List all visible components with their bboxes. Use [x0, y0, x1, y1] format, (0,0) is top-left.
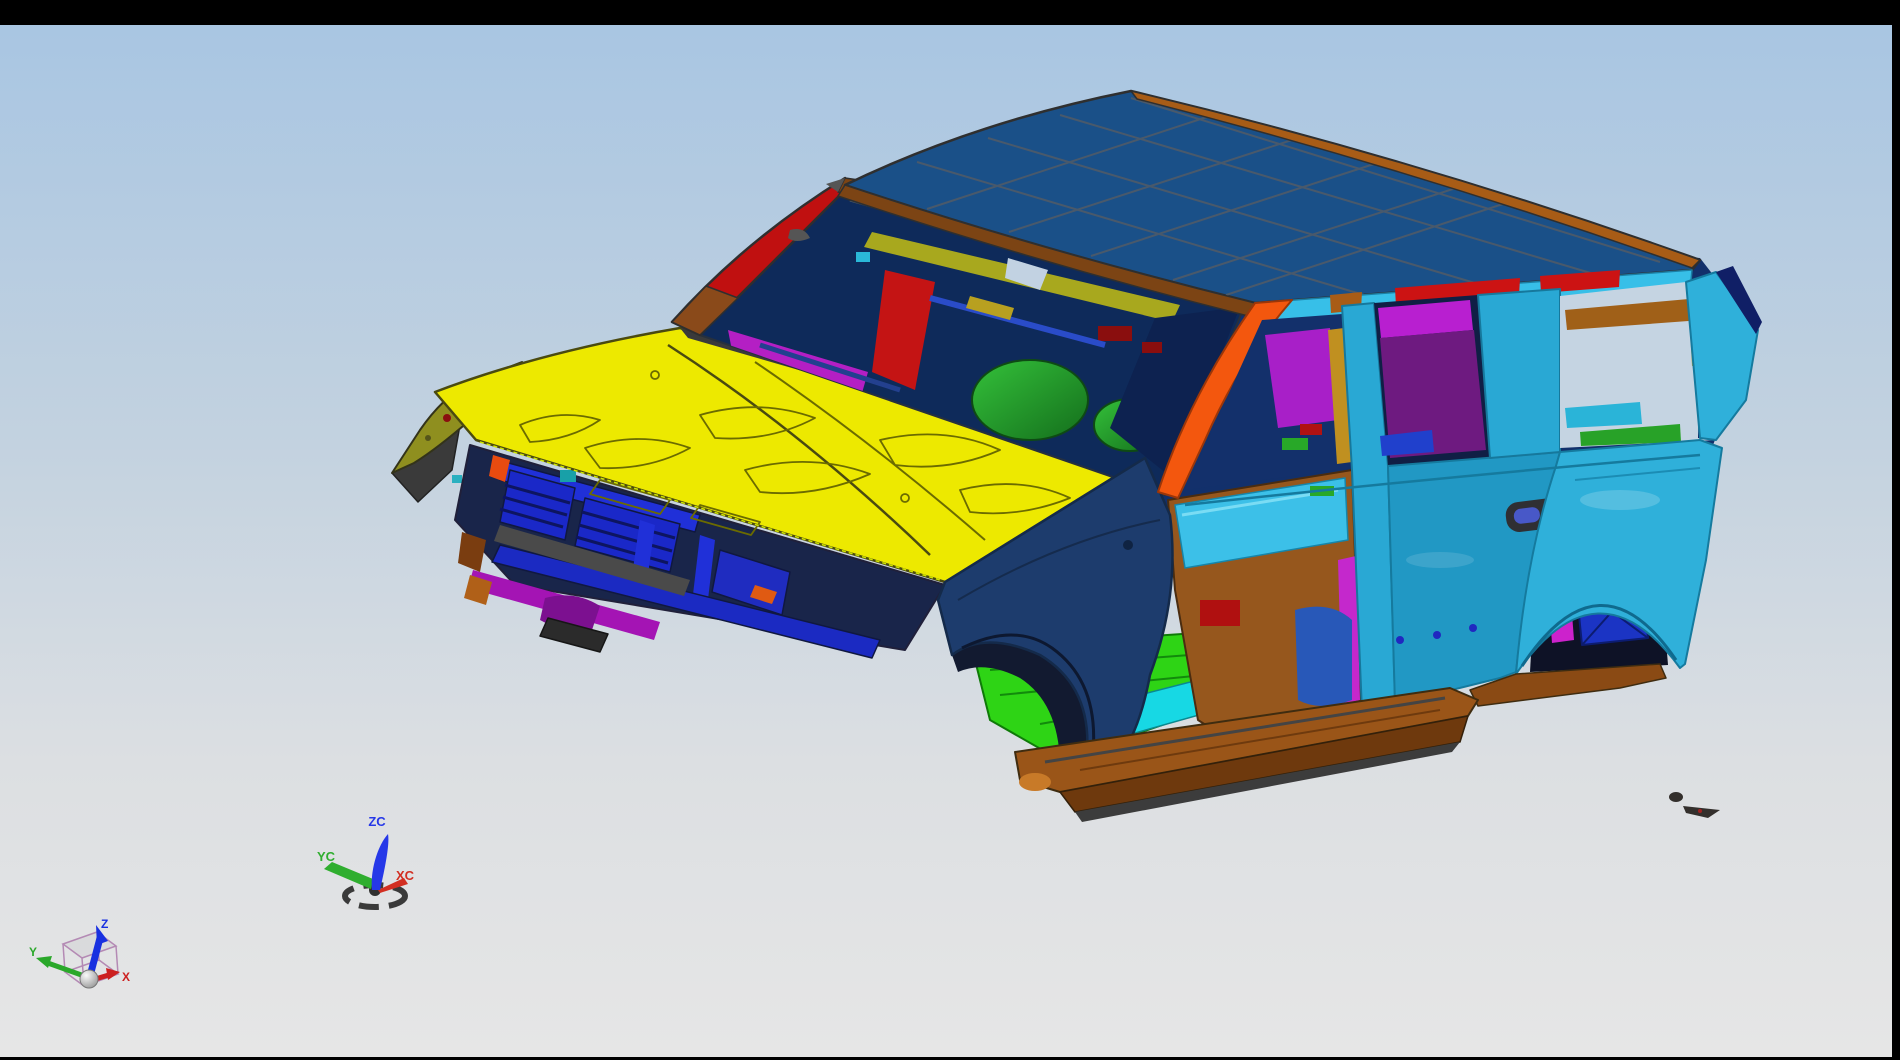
b-pillar-base-blue: [1295, 607, 1352, 706]
plug-hole: [1433, 631, 1441, 639]
right-black-bar: [1892, 25, 1900, 1060]
interior-seat: [972, 360, 1088, 440]
csys-origin-sphere: [80, 970, 98, 988]
interior-cyan-bit: [856, 252, 870, 262]
specular-glint: [1580, 490, 1660, 510]
rail-red-dot: [443, 414, 451, 422]
specular-glint: [1406, 552, 1474, 568]
front-teal-piece: [560, 470, 576, 482]
plug-hole: [1469, 624, 1477, 632]
sill-copper-tip: [1019, 773, 1051, 791]
wcs-zc-label: ZC: [368, 814, 386, 829]
wcs-yc-label: YC: [317, 849, 336, 864]
debris-piece[interactable]: [1669, 792, 1683, 802]
front-teal-bit: [452, 475, 462, 483]
interior-maroon-box: [1098, 326, 1132, 341]
abs-z-label: Z: [101, 917, 108, 931]
plug-hole: [1396, 636, 1404, 644]
interior-maroon-box: [1142, 342, 1162, 353]
front-window-red: [1300, 424, 1322, 435]
c-pillar-sail[interactable]: [1478, 289, 1560, 458]
top-black-bar: [0, 0, 1900, 25]
viewport-canvas[interactable]: ZC YC XC Z Y X: [0, 0, 1900, 1060]
abs-y-label: Y: [29, 945, 37, 959]
rail-hole: [425, 435, 431, 441]
front-window-magenta: [1265, 328, 1338, 428]
wcs-xc-label: XC: [396, 868, 415, 883]
interior-red-bit: [1200, 600, 1240, 626]
abs-x-label: X: [122, 970, 130, 984]
fender-hole: [1123, 540, 1133, 550]
debris-red-dot: [1698, 809, 1702, 813]
cad-application-window: ZC YC XC Z Y X: [0, 0, 1900, 1060]
front-window-green: [1282, 438, 1308, 450]
